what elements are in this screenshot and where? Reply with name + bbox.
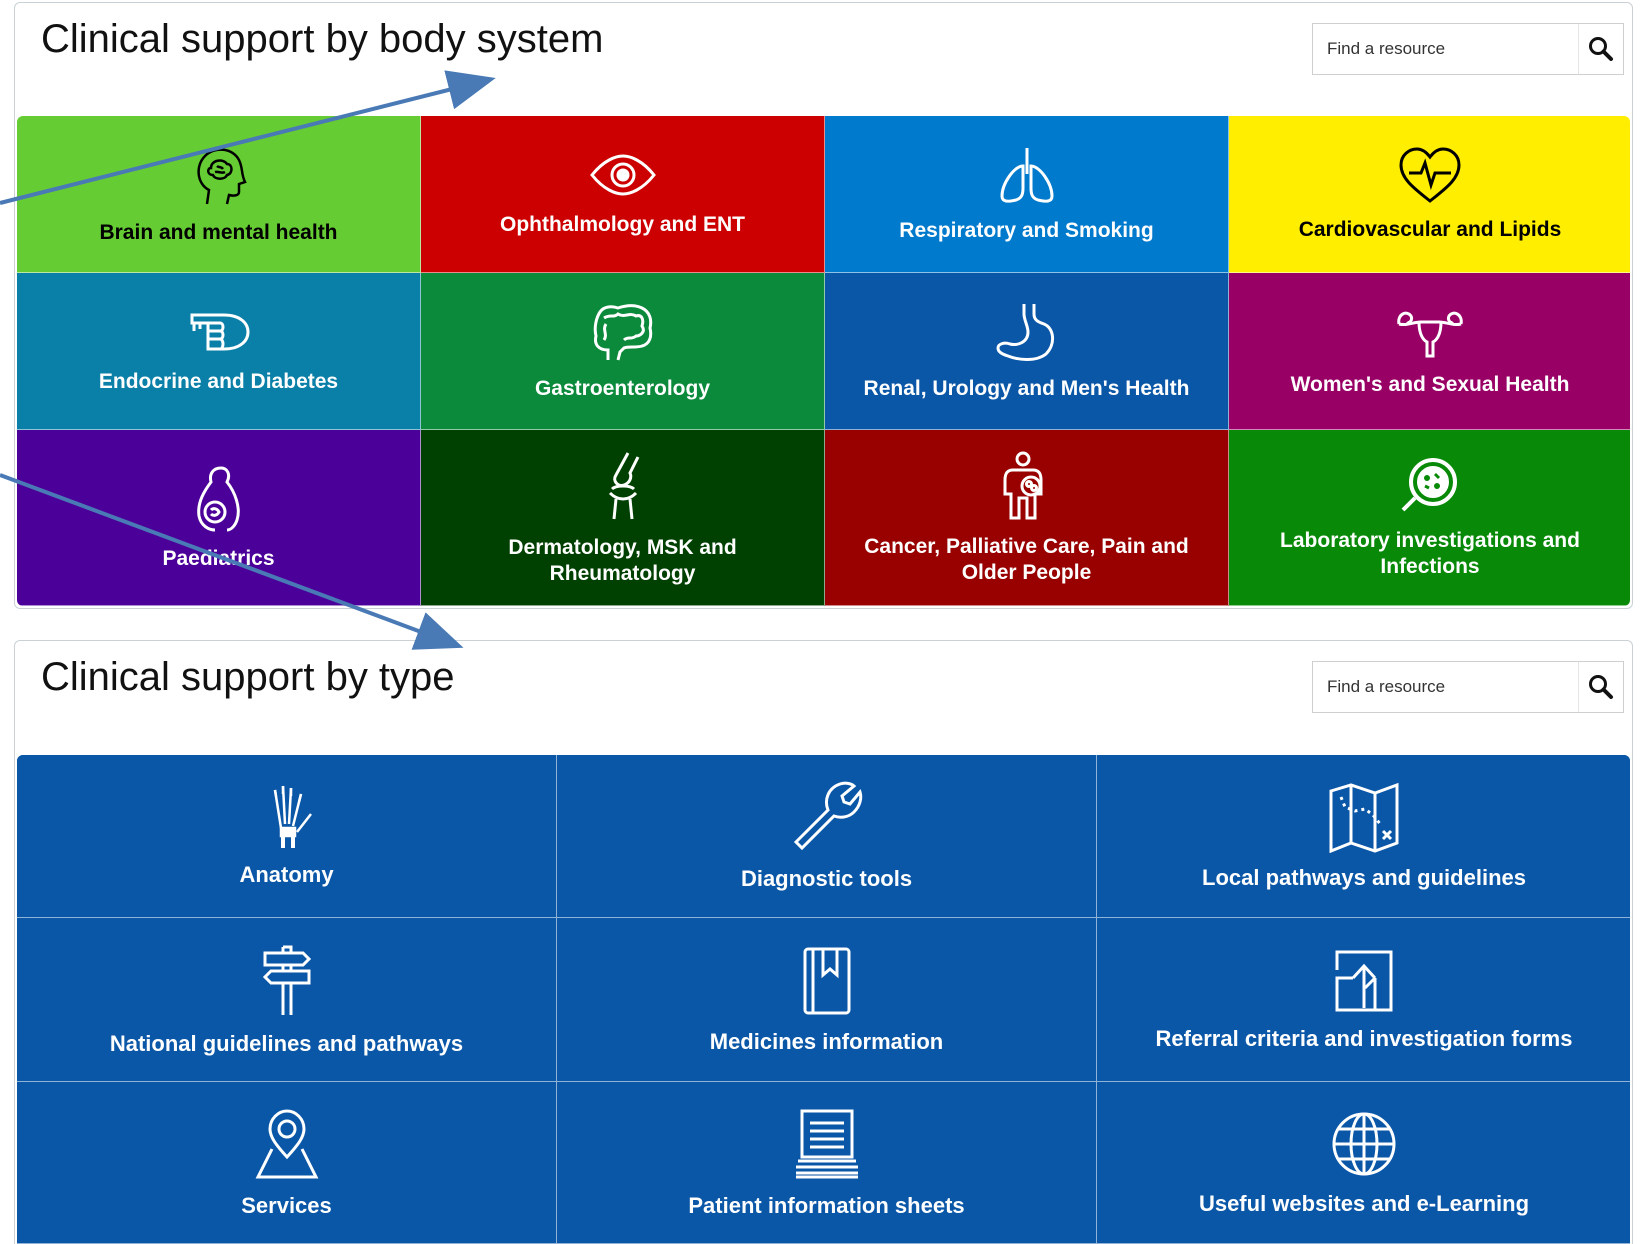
tile-ophthalmology-ent[interactable]: Ophthalmology and ENT [421,116,825,273]
resource-search [1312,23,1624,75]
tile-label: Brain and mental health [99,221,338,244]
tile-label: Dermatology, MSK and Rheumatology [508,535,737,585]
tile-respiratory-smoking[interactable]: Respiratory and Smoking [825,116,1229,273]
stomach-icon [995,304,1054,361]
document-stack-icon [795,1109,858,1178]
tile-services[interactable]: Services [17,1082,557,1244]
person-tumor-icon [1003,451,1042,519]
tile-label: Anatomy [239,862,334,887]
search-button[interactable] [1578,24,1623,74]
book-icon [803,947,850,1014]
body-system-grid: Brain and mental health Ophthalmology an… [17,116,1630,606]
tile-label: National guidelines and pathways [109,1030,464,1056]
search-icon [1589,675,1613,699]
tile-womens-sexual-health[interactable]: Women's and Sexual Health [1229,273,1630,430]
tile-label: Paediatrics [162,546,275,570]
tile-paediatrics[interactable]: Paediatrics [17,430,421,606]
tile-label: Women's and Sexual Health [1290,373,1570,396]
tile-patient-information-sheets[interactable]: Patient information sheets [557,1082,1097,1244]
tile-label: Diagnostic tools [740,866,913,891]
upload-arrow-icon [1335,950,1393,1011]
tile-label: Patient information sheets [688,1192,965,1218]
tile-cancer-palliative-care[interactable]: Cancer, Palliative Care, Pain and Older … [825,430,1229,606]
tile-laboratory-infections[interactable]: Laboratory investigations and Infections [1229,430,1630,606]
tile-endocrine-diabetes[interactable]: Endocrine and Diabetes [17,273,421,430]
tile-label: Cardiovascular and Lipids [1298,218,1562,241]
lungs-icon [999,148,1054,203]
tile-anatomy[interactable]: Anatomy [17,755,557,918]
location-pin-icon [255,1108,318,1178]
tile-label: Medicines information [709,1028,944,1054]
tile-local-pathways-guidelines[interactable]: Local pathways and guidelines [1097,755,1630,918]
search-icon [1589,37,1613,61]
panel-title: Clinical support by body system [41,17,604,61]
tile-diagnostic-tools[interactable]: Diagnostic tools [557,755,1097,918]
tile-national-guidelines-pathways[interactable]: National guidelines and pathways [17,918,557,1082]
search-input[interactable] [1313,662,1578,712]
panel-title: Clinical support by type [41,655,455,699]
resource-search [1312,661,1624,713]
tile-label: Laboratory investigations and Infections [1280,528,1580,578]
search-input[interactable] [1313,24,1578,74]
tile-label: Services [241,1192,332,1218]
tile-label: Respiratory and Smoking [899,219,1154,242]
tile-useful-websites-elearning[interactable]: Useful websites and e-Learning [1097,1082,1630,1244]
tile-label: Cancer, Palliative Care, Pain and Older … [864,534,1189,584]
tile-medicines-information[interactable]: Medicines information [557,918,1097,1082]
by-type-panel: Clinical support by type Anatomy Diagnos… [14,640,1633,1244]
tile-label: Renal, Urology and Men's Health [863,377,1190,400]
tile-renal-urology-mens-health[interactable]: Renal, Urology and Men's Health [825,273,1229,430]
intestine-icon [593,304,652,361]
tile-label: Endocrine and Diabetes [98,370,339,393]
pregnancy-icon [196,466,240,531]
tile-label: Useful websites and e-Learning [1198,1190,1530,1216]
knee-joint-icon [608,451,639,519]
uterus-icon [1397,311,1463,358]
finger-prick-icon [190,313,250,351]
search-button[interactable] [1578,662,1623,712]
head-brain-icon [196,148,247,205]
body-system-panel: Clinical support by body system Brain an… [14,2,1633,609]
petri-dish-icon [1401,457,1457,511]
map-icon [1329,782,1399,853]
tile-cardiovascular-lipids[interactable]: Cardiovascular and Lipids [1229,116,1630,273]
tile-label: Referral criteria and investigation form… [1155,1025,1573,1051]
tile-brain-mental-health[interactable]: Brain and mental health [17,116,421,273]
tile-label: Ophthalmology and ENT [500,213,745,236]
tile-label: Gastroenterology [534,377,711,400]
signpost-icon [262,945,311,1015]
tile-label: Local pathways and guidelines [1202,865,1526,890]
heart-pulse-icon [1399,147,1461,203]
tile-dermatology-msk-rheumatology[interactable]: Dermatology, MSK and Rheumatology [421,430,825,606]
globe-icon [1332,1112,1396,1175]
wrench-icon [793,781,862,851]
hand-bones-icon [273,785,312,848]
tile-referral-criteria-forms[interactable]: Referral criteria and investigation form… [1097,918,1630,1082]
by-type-grid: Anatomy Diagnostic tools Local pathways … [17,755,1630,1244]
eye-icon [589,154,656,196]
tile-gastroenterology[interactable]: Gastroenterology [421,273,825,430]
